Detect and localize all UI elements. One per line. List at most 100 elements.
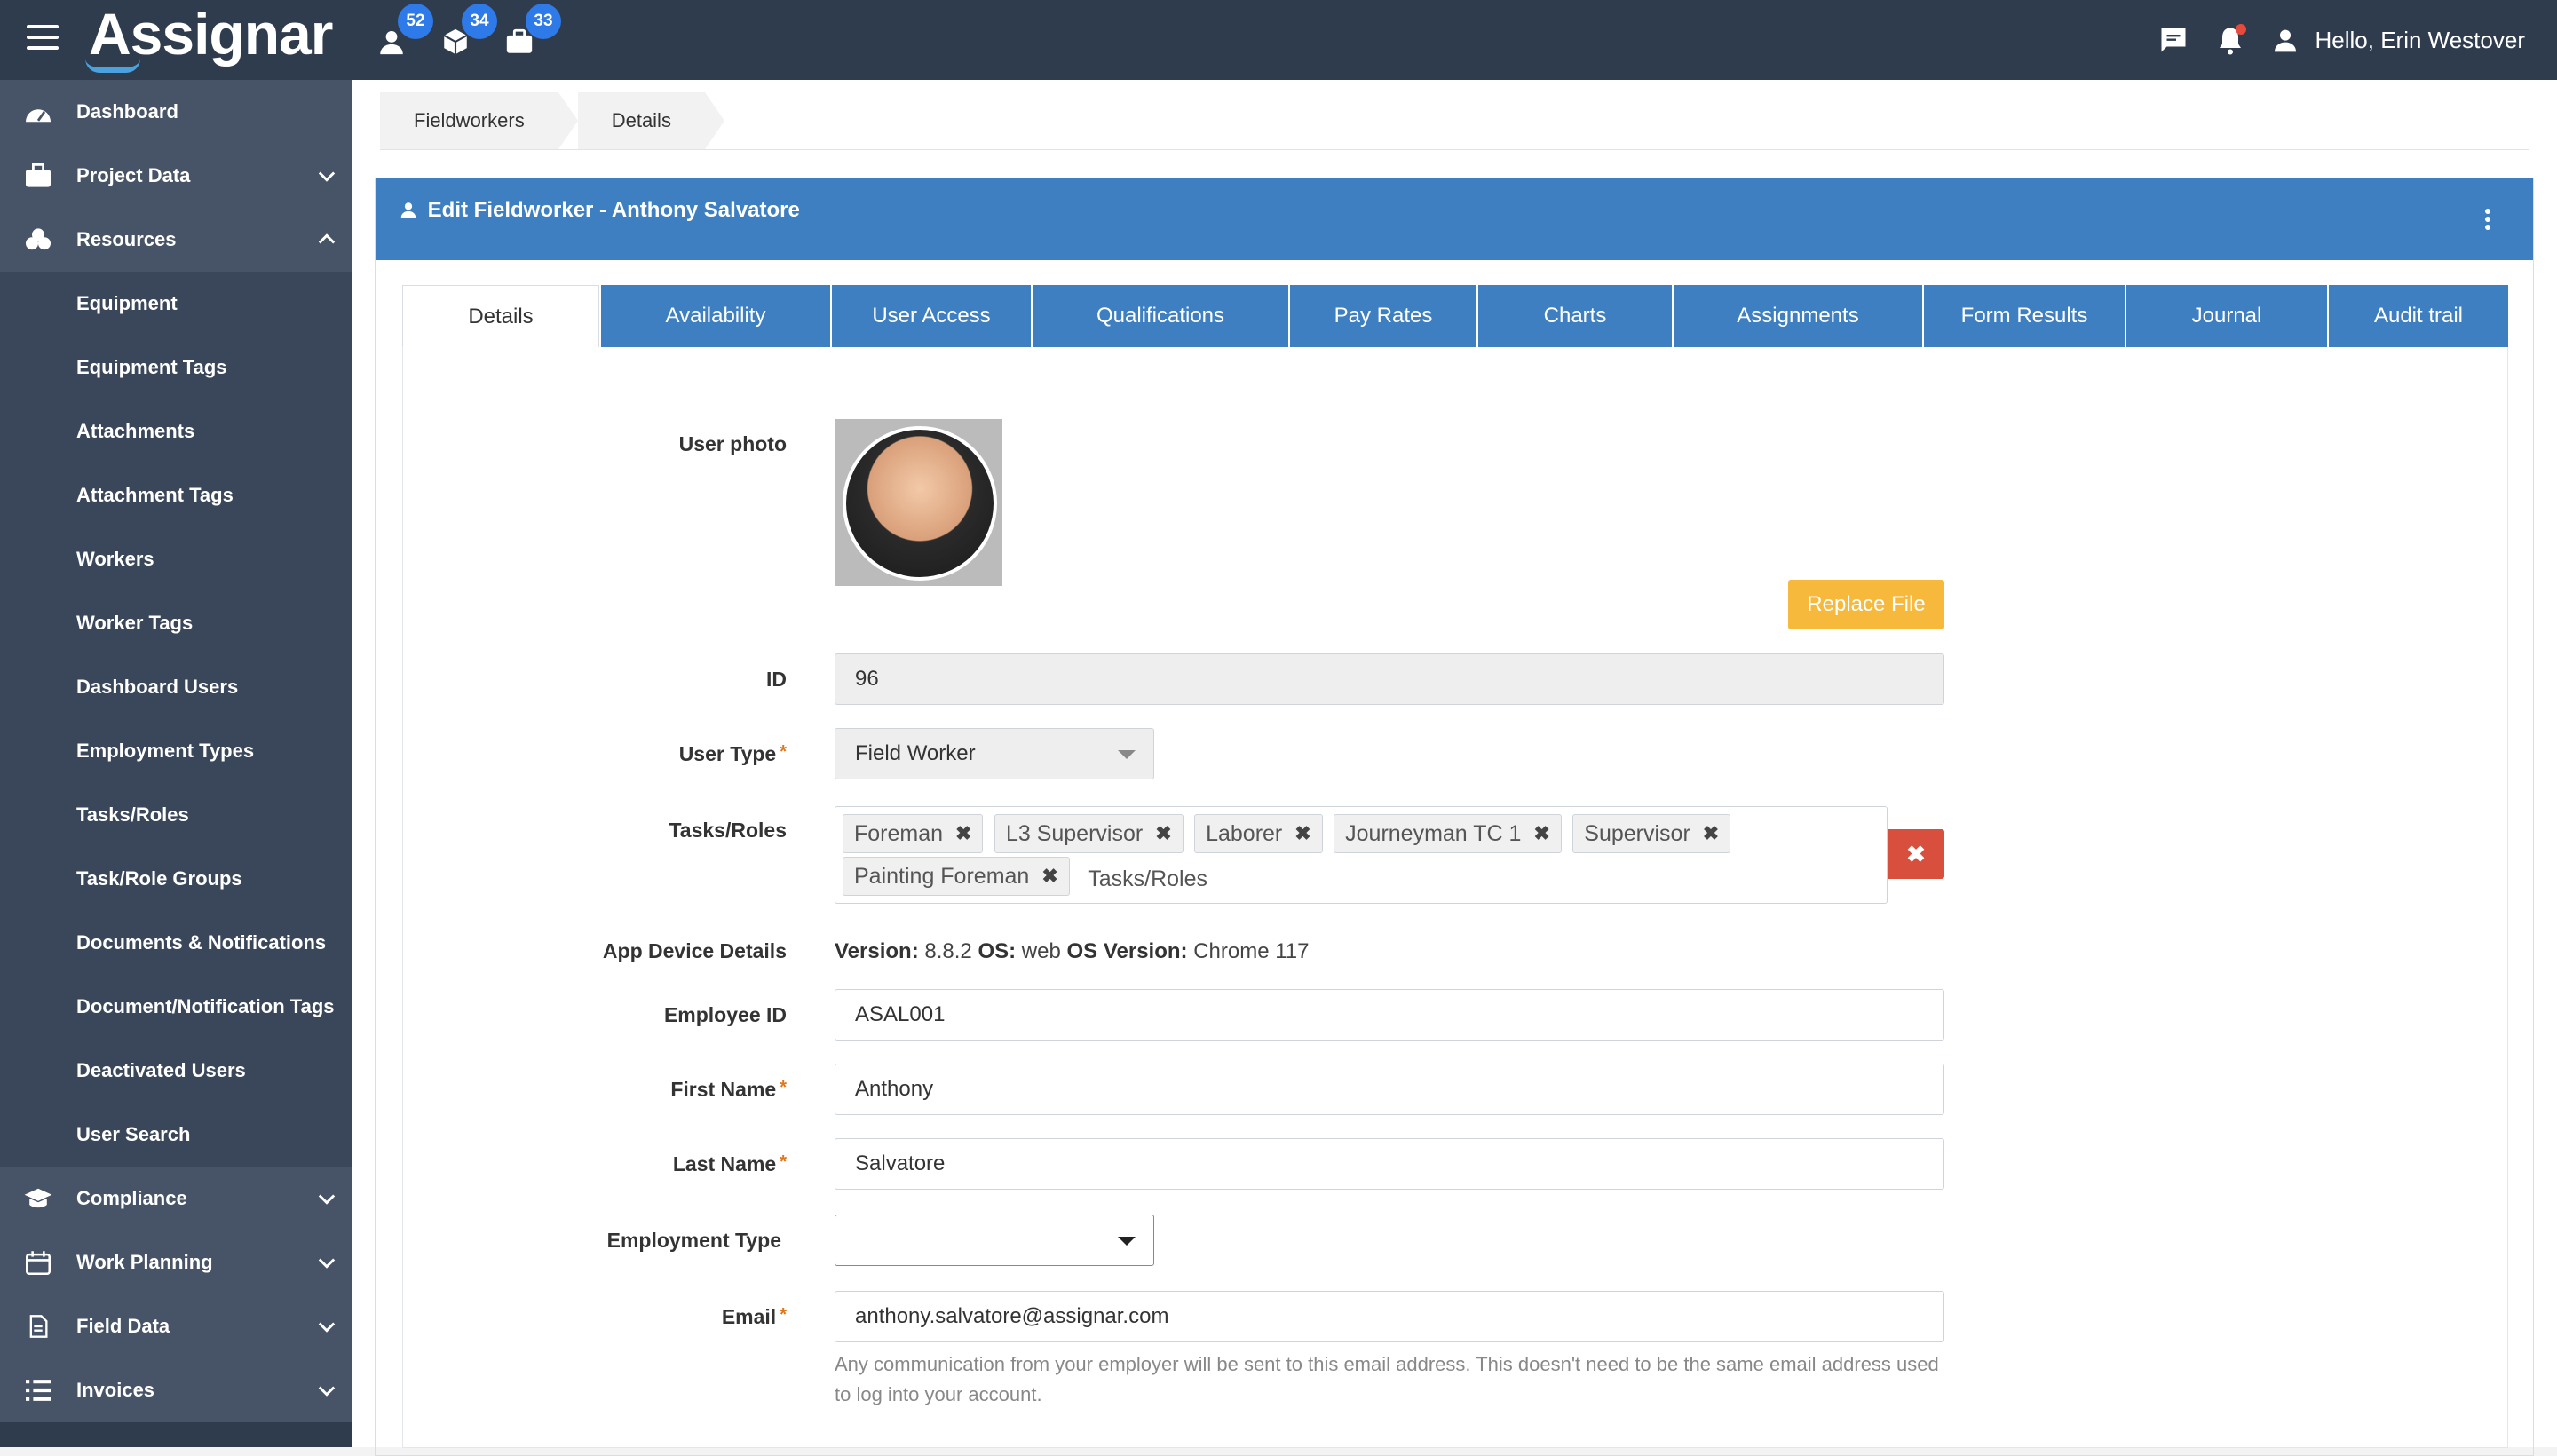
replace-file-button[interactable]: Replace File: [1788, 580, 1944, 629]
remove-tag-icon[interactable]: ✖: [1294, 822, 1310, 845]
sidebar-item-compliance[interactable]: Compliance: [0, 1167, 352, 1230]
tab-pay-rates[interactable]: Pay Rates: [1288, 285, 1476, 347]
tab-assignments[interactable]: Assignments: [1672, 285, 1922, 347]
sidebar-item-label: Workers: [76, 548, 154, 570]
kebab-menu-icon[interactable]: [2485, 209, 2492, 230]
sidebar-item-work-planning[interactable]: Work Planning: [0, 1230, 352, 1294]
chevron-down-icon: [318, 171, 336, 182]
menu-icon[interactable]: [27, 25, 59, 51]
chevron-down-icon: [318, 1194, 336, 1205]
caret-down-icon: [1118, 1237, 1136, 1246]
bell-icon[interactable]: [2214, 24, 2246, 56]
sidebar-item-employment-types[interactable]: Employment Types: [0, 719, 352, 783]
sidebar-item-workers[interactable]: Workers: [0, 527, 352, 591]
sidebar-item-label: Invoices: [76, 1379, 155, 1401]
panel-header: Edit Fieldworker - Anthony Salvatore: [376, 178, 2533, 260]
last-name-input[interactable]: Salvatore: [835, 1138, 1944, 1190]
sidebar-item-worker-tags[interactable]: Worker Tags: [0, 591, 352, 655]
os-version-label: OS Version:: [1066, 939, 1188, 963]
jobs-badge-button[interactable]: 33: [504, 4, 561, 60]
sidebar-item-document-notification-tags[interactable]: Document/Notification Tags: [0, 975, 352, 1039]
required-mark: *: [780, 1078, 787, 1097]
sidebar-item-label: Equipment Tags: [76, 356, 227, 378]
os-value: web: [1021, 939, 1061, 963]
equipment-badge-button[interactable]: 34: [440, 4, 497, 60]
remove-tag-icon[interactable]: ✖: [1533, 822, 1549, 845]
tag-painting-foreman: Painting Foreman ✖: [843, 857, 1070, 896]
sidebar-item-tasks-roles[interactable]: Tasks/Roles: [0, 783, 352, 847]
sidebar-item-invoices[interactable]: Invoices: [0, 1358, 352, 1422]
sidebar-item-equipment-tags[interactable]: Equipment Tags: [0, 336, 352, 400]
sidebar-item-resources[interactable]: Resources: [0, 208, 352, 272]
sidebar-item-dashboard-users[interactable]: Dashboard Users: [0, 655, 352, 719]
tab-user-access[interactable]: User Access: [830, 285, 1031, 347]
required-mark: *: [780, 742, 787, 762]
sidebar-item-label: Documents & Notifications: [76, 931, 327, 954]
document-icon: [29, 1315, 48, 1338]
employment-type-select[interactable]: [835, 1215, 1154, 1266]
user-icon: [2274, 29, 2296, 52]
user-type-value: Field Worker: [855, 741, 976, 765]
user-type-select: Field Worker: [835, 728, 1154, 779]
tab-details[interactable]: Details: [402, 285, 599, 347]
remove-tag-icon[interactable]: ✖: [1703, 822, 1719, 845]
clear-tasks-button[interactable]: ✖: [1888, 829, 1944, 879]
chat-icon[interactable]: [2157, 24, 2189, 56]
sidebar-item-label: Project Data: [76, 164, 191, 186]
sidebar-item-deactivated-users[interactable]: Deactivated Users: [0, 1039, 352, 1103]
sidebar: Dashboard Project Data Resources Equipme…: [0, 80, 352, 1447]
tab-availability[interactable]: Availability: [599, 285, 830, 347]
version-label: Version:: [835, 939, 919, 963]
resources-submenu: Equipment Equipment Tags Attachments Att…: [0, 272, 352, 1167]
employee-id-input[interactable]: ASAL001: [835, 989, 1944, 1041]
breadcrumb-details[interactable]: Details: [577, 92, 725, 149]
sidebar-item-user-search[interactable]: User Search: [0, 1103, 352, 1167]
tab-audit-trail[interactable]: Audit trail: [2327, 285, 2508, 347]
breadcrumb: Fieldworkers Details: [380, 92, 725, 149]
tab-form-results[interactable]: Form Results: [1922, 285, 2125, 347]
chevron-down-icon: [318, 1258, 336, 1269]
tag-supervisor: Supervisor ✖: [1572, 814, 1731, 853]
tab-bar: Details Availability User Access Qualifi…: [402, 285, 2508, 347]
sidebar-item-label: Compliance: [76, 1187, 187, 1209]
tab-charts[interactable]: Charts: [1476, 285, 1672, 347]
badge-count: 52: [398, 4, 433, 39]
sidebar-item-equipment[interactable]: Equipment: [0, 272, 352, 336]
sidebar-item-label: Work Planning: [76, 1251, 213, 1273]
first-name-input[interactable]: Anthony: [835, 1064, 1944, 1115]
brand-logo[interactable]: Assignar: [89, 0, 333, 67]
remove-tag-icon[interactable]: ✖: [955, 822, 971, 845]
resources-icon: [26, 228, 51, 250]
sidebar-item-attachments[interactable]: Attachments: [0, 400, 352, 463]
remove-tag-icon[interactable]: ✖: [1155, 822, 1171, 845]
badge-count: 34: [462, 4, 497, 39]
sidebar-item-dashboard[interactable]: Dashboard: [0, 80, 352, 144]
sidebar-item-label: Field Data: [76, 1315, 170, 1337]
sidebar-item-project-data[interactable]: Project Data: [0, 144, 352, 208]
last-name-label-text: Last Name: [672, 1152, 777, 1175]
workers-badge-button[interactable]: 52: [376, 4, 433, 60]
app-device-details: Version: 8.8.2 OS: web OS Version: Chrom…: [835, 939, 1310, 964]
tag-label: Journeyman TC 1: [1345, 820, 1522, 846]
tab-journal[interactable]: Journal: [2125, 285, 2327, 347]
user-photo: [835, 419, 1002, 586]
tag-foreman: Foreman ✖: [843, 814, 984, 853]
sidebar-item-attachment-tags[interactable]: Attachment Tags: [0, 463, 352, 527]
sidebar-item-label: User Search: [76, 1123, 191, 1145]
sidebar-item-task-role-groups[interactable]: Task/Role Groups: [0, 847, 352, 911]
user-menu[interactable]: Hello, Erin Westover: [2271, 26, 2525, 54]
tag-l3-supervisor: L3 Supervisor ✖: [994, 814, 1184, 853]
os-label: OS:: [978, 939, 1017, 963]
sidebar-item-documents-notifications[interactable]: Documents & Notifications: [0, 911, 352, 975]
email-input[interactable]: anthony.salvatore@assignar.com: [835, 1291, 1944, 1342]
breadcrumb-fieldworkers[interactable]: Fieldworkers: [380, 92, 578, 149]
sidebar-item-field-data[interactable]: Field Data: [0, 1294, 352, 1358]
required-mark: *: [780, 1152, 787, 1172]
tasks-roles-placeholder[interactable]: Tasks/Roles: [1088, 866, 1207, 892]
tasks-roles-input[interactable]: Foreman ✖ L3 Supervisor ✖ Laborer ✖ Journey…: [835, 806, 1888, 904]
tab-qualifications[interactable]: Qualifications: [1031, 285, 1288, 347]
sidebar-item-label: Equipment: [76, 292, 178, 314]
last-name-label: Last Name *: [520, 1152, 787, 1176]
chevron-down-icon: [318, 1322, 336, 1333]
remove-tag-icon[interactable]: ✖: [1041, 865, 1057, 888]
